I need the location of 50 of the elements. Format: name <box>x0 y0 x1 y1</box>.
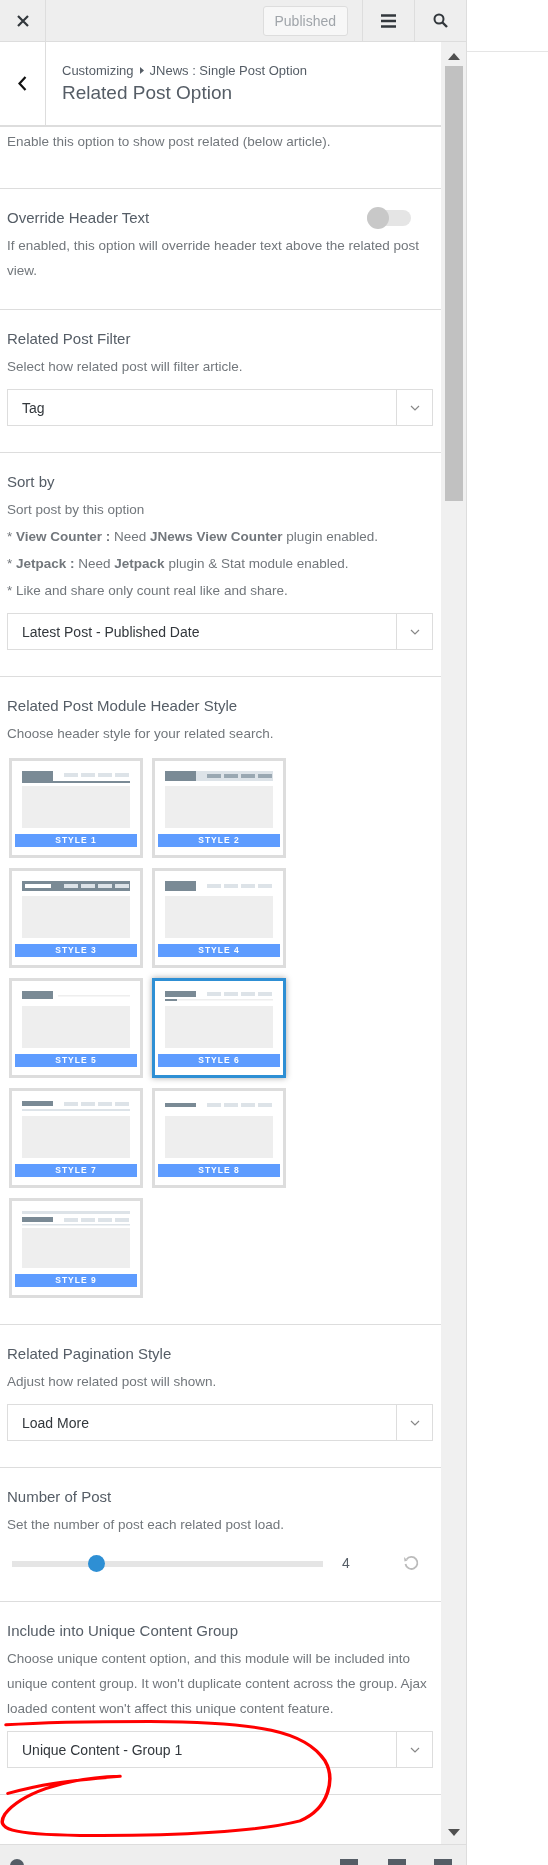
slider-thumb[interactable] <box>87 1554 105 1572</box>
select-field[interactable]: Load More <box>7 1404 433 1441</box>
chevron-down-icon <box>409 628 420 635</box>
scrollbar[interactable] <box>441 42 466 1844</box>
section-title: Related Pagination Style <box>7 1344 172 1364</box>
section-description: *View Counter : Need JNews View Counter plugin enabled. <box>7 528 379 546</box>
scrollbar-thumb[interactable] <box>444 66 463 501</box>
toggle-switch[interactable] <box>367 207 411 229</box>
style-option[interactable]: STYLE 3 <box>9 868 143 968</box>
style-option[interactable]: STYLE 6 <box>152 978 286 1078</box>
breadcrumb-item: Customizing <box>62 63 134 78</box>
chevron-down-icon <box>409 1746 420 1753</box>
section-description: *Jetpack : Need Jetpack plugin & Stat module enabled. <box>7 555 350 573</box>
search-icon <box>433 13 448 28</box>
section-description: Choose unique content option, and this module will be included into unique content group. It won't duplicate content across the group. Ajax loaded content won't affect this unique content feature. <box>7 1650 428 1718</box>
style-option[interactable]: STYLE 1 <box>9 758 143 858</box>
menu-icon <box>381 13 396 28</box>
style-option[interactable]: STYLE 8 <box>152 1088 286 1188</box>
style-option[interactable]: STYLE 7 <box>9 1088 143 1188</box>
close-icon <box>16 14 29 27</box>
section-description: Adjust how related post will shown. <box>7 1373 218 1391</box>
section-description: Choose header style for your related search. <box>7 725 275 743</box>
panel-title: Related Post Option <box>62 82 234 104</box>
scroll-up-icon[interactable] <box>447 53 460 60</box>
section-description: If enabled, this option will override header text above the related post view. <box>7 237 420 280</box>
section-description: Select how related post will filter article. <box>7 358 244 376</box>
style-option[interactable]: STYLE 2 <box>152 758 286 858</box>
style-option[interactable]: STYLE 4 <box>152 868 286 968</box>
chevron-down-icon <box>409 404 420 411</box>
chevron-left-icon <box>18 76 27 91</box>
select-field[interactable]: Latest Post - Published Date <box>7 613 433 650</box>
section-title: Include into Unique Content Group <box>7 1621 238 1641</box>
section-title: Related Post Filter <box>7 329 131 349</box>
reset-icon[interactable] <box>403 1555 419 1571</box>
style-option[interactable]: STYLE 9 <box>9 1198 143 1298</box>
chevron-down-icon <box>409 1419 420 1426</box>
section-description: Set the number of post each related post load. <box>7 1516 285 1534</box>
breadcrumb-item: JNews : Single Post Option <box>149 63 308 78</box>
scroll-down-icon[interactable] <box>447 1829 460 1836</box>
style-option[interactable]: STYLE 5 <box>9 978 143 1078</box>
select-field[interactable]: Unique Content - Group 1 <box>7 1731 433 1768</box>
section-title: Number of Post <box>7 1487 112 1507</box>
slider-value: 4 <box>342 1555 350 1571</box>
section-description: * Like and share only count real like and share. <box>7 582 289 600</box>
section-title: Related Post Module Header Style <box>7 696 238 716</box>
select-field[interactable]: Tag <box>7 389 433 426</box>
section-title: Override Header Text <box>7 208 150 228</box>
caret-right-icon <box>139 67 144 74</box>
section-description: Sort post by this option <box>7 501 146 519</box>
section-title: Sort by <box>7 472 55 492</box>
